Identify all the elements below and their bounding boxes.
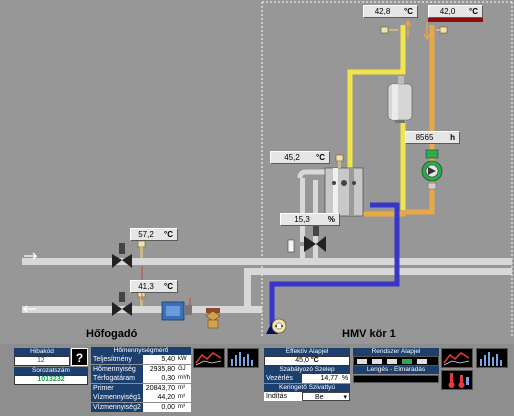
serial-number-field: 1013232: [14, 375, 88, 385]
heat-meter-row-label: Térfogatáram: [91, 374, 143, 384]
primary-return-pipe: [22, 306, 262, 313]
control-valve-header: Szabályozó Szelep: [264, 366, 350, 374]
top-left-temp-unit: °C: [404, 7, 413, 16]
primary-supply-temp-readout: 57,2 °C: [130, 228, 178, 241]
heat-meter-header: Hőmennyiségmérő: [91, 347, 191, 355]
heat-meter-row-unit: GJ: [177, 364, 191, 374]
top-right-temp-value: 42,0: [439, 7, 456, 16]
flow-sensor-icon: [271, 318, 287, 334]
help-button[interactable]: ?: [71, 348, 88, 366]
serial-number-header: Sorozatszám: [14, 367, 88, 375]
oscillation-bar: [353, 375, 439, 383]
histogram-chart-icon[interactable]: [227, 348, 259, 368]
heat-exchanger-icon: [324, 167, 364, 217]
error-code-field: 12: [14, 356, 70, 366]
circulation-pump-row: Indítás Be ▾: [264, 392, 350, 401]
chevron-down-icon: ▾: [343, 394, 347, 401]
heat-meter-row: Térfogatáram 0,30 m³/h: [91, 374, 191, 384]
heat-meter-row: Vízmennyiség2 0,00 m³: [91, 403, 191, 412]
valve-position-readout: 15,3 %: [280, 213, 340, 226]
trend-chart-icon[interactable]: [193, 348, 225, 368]
heat-meter-row-value: 20843,70: [143, 383, 177, 393]
heat-meter-row-label: Hőmennyiség: [91, 364, 143, 374]
primary-supply-pipe: [22, 258, 512, 265]
system-setpoint-header: Rendszer Alapjel: [353, 348, 439, 356]
operating-hours-unit: h: [450, 133, 455, 142]
temp-sensor-icon: [335, 154, 344, 168]
top-right-temp-readout: 42,0 °C: [428, 5, 483, 18]
substation-title: Hőfogadó: [86, 328, 138, 340]
top-left-temp-value: 42,8: [374, 7, 391, 16]
effective-setpoint-field: 45,0 °C: [264, 356, 350, 366]
valve-position-unit: %: [327, 215, 335, 224]
heat-meter-row-unit: m³: [177, 393, 191, 403]
circulation-start-label: Indítás: [264, 392, 302, 401]
primary-supply-temp-unit: °C: [164, 230, 173, 239]
oscillation-header: Lengés - Elmaradás: [353, 366, 439, 374]
thermometer-icon[interactable]: [441, 370, 473, 390]
primary-return-temp-value: 41,3: [138, 282, 154, 291]
valve-position-value: 15,3: [294, 215, 310, 224]
control-valve-label: Vezérlés: [264, 374, 302, 383]
heat-meter-row-label: Vízmennyiség1: [91, 393, 143, 403]
effective-setpoint-header: Effektív Alapjel: [264, 348, 350, 356]
primary-return-temp-readout: 41,3 °C: [130, 280, 178, 293]
temp-sensor-icon: [137, 290, 146, 306]
operating-hours-value: 8565: [415, 133, 434, 142]
hmv-temp-value: 45,2: [284, 153, 300, 162]
control-valve-row: Vezérlés 14,77 %: [264, 374, 350, 383]
top-right-temp-unit: °C: [469, 7, 478, 16]
primary-return-temp-unit: °C: [164, 282, 173, 291]
effective-setpoint-value: 45,0: [295, 357, 309, 364]
heat-meter-row-value: 44,20: [143, 393, 177, 403]
circulation-start-value: Be: [315, 394, 324, 401]
heat-meter-row: Hőmennyiség 2935,80 GJ: [91, 364, 191, 374]
heat-meter-row-unit: kW: [177, 355, 191, 364]
heat-meter-row-label: Vízmennyiség2: [91, 403, 143, 412]
heat-meter-row: Vízmennyiség1 44,20 m³: [91, 393, 191, 403]
pressure-regulator-icon: [205, 308, 221, 329]
heat-meter-row-value: 0,30: [143, 374, 177, 384]
storage-tank-icon: [387, 76, 413, 123]
temp-sensor-icon: [137, 240, 146, 258]
heat-meter-row-unit: m³: [177, 383, 191, 393]
trend-chart-icon[interactable]: [441, 348, 473, 368]
hmv-temp-unit: °C: [316, 153, 325, 162]
temp-sensor-icon: [380, 26, 398, 34]
control-valve-value: 14,77: [302, 374, 340, 383]
flow-down-arrow-icon: [423, 22, 431, 41]
hmv-circuit-title: HMV kör 1: [342, 328, 396, 340]
heat-meter-row-value: 0,00: [143, 403, 177, 412]
control-valve-icon[interactable]: [287, 224, 326, 253]
heat-meter-row-unit: m³/h: [177, 374, 191, 384]
alarm-indicator-bar: [428, 18, 483, 22]
control-valve-unit: %: [340, 374, 350, 383]
heat-meter-row-value: 2935,80: [143, 364, 177, 374]
heat-meter-row-label: Teljesítmény: [91, 355, 143, 364]
flow-meter-icon: [161, 301, 192, 321]
heat-meter-row-value: 5,40: [143, 355, 177, 364]
hmv-temp-readout: 45,2 °C: [270, 151, 330, 164]
top-left-temp-readout: 42,8 °C: [363, 5, 418, 18]
primary-supply-temp-value: 57,2: [138, 230, 154, 239]
heat-meter-row-label: Primer: [91, 383, 143, 393]
heat-meter-row: Teljesítmény 5,40 kW: [91, 355, 191, 364]
heat-meter-row: Primer 20843,70 m³: [91, 383, 191, 393]
system-setpoint-bar: [353, 356, 439, 366]
circulation-start-select[interactable]: Be ▾: [302, 392, 350, 401]
circulation-pump-header: Keringető Szivattyú: [264, 384, 350, 392]
circulation-pump-icon[interactable]: [421, 149, 443, 190]
heat-meter-row-unit: m³: [177, 403, 191, 412]
flow-up-arrow-icon: [404, 19, 412, 38]
effective-setpoint-unit: °C: [310, 357, 319, 364]
error-code-header: Hibakód: [14, 348, 70, 356]
temp-sensor-icon: [436, 26, 448, 34]
histogram-chart-icon[interactable]: [476, 348, 508, 368]
operating-hours-readout: 8565 h: [405, 131, 460, 144]
